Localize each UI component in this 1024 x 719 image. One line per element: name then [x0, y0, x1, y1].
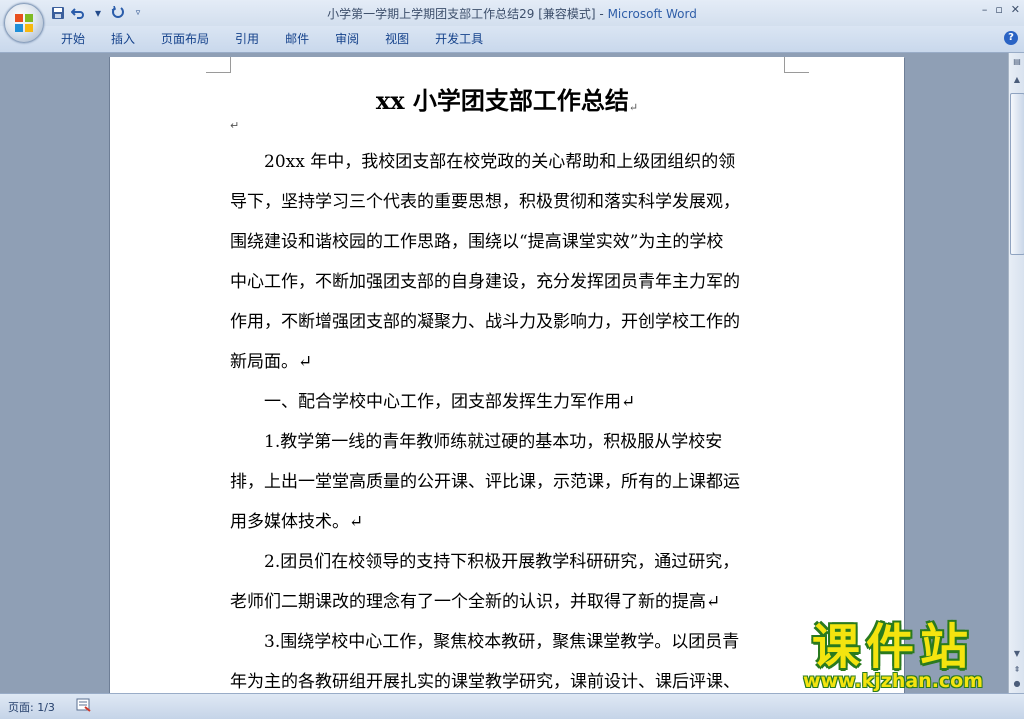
minimize-button[interactable]: – — [982, 3, 988, 16]
tab-review[interactable]: 审阅 — [322, 31, 372, 47]
watermark-brand: 课件站 — [811, 619, 974, 675]
paragraph-intro: 20xx 年中，我校团支部在校党政的关心帮助和上级团组织的领 导下，坚持学习三个… — [230, 152, 740, 372]
ruler-toggle-icon[interactable]: ▤ — [1010, 55, 1024, 69]
previous-page-icon[interactable]: ⇞ — [1010, 663, 1024, 677]
document-page[interactable]: xx 小学团支部工作总结↵ ↵ 20xx 年中，我校团支部在校党政的关心帮助和上… — [110, 57, 904, 693]
tab-page-layout[interactable]: 页面布局 — [148, 31, 222, 47]
document-title: xx 小学团支部工作总结↵ — [375, 86, 639, 115]
quick-access-toolbar: ▾ ▿ — [50, 4, 146, 22]
document-name: 小学第一学期上学期团支部工作总结29 [兼容模式] — [327, 7, 596, 21]
page-number-indicator[interactable]: 页面: 1/3 — [8, 699, 55, 715]
ribbon-tabs-bar: 开始 插入 页面布局 引用 邮件 审阅 视图 开发工具 ? — [0, 26, 1024, 53]
tab-view[interactable]: 视图 — [372, 31, 422, 47]
tab-insert[interactable]: 插入 — [98, 31, 148, 47]
empty-paragraph-mark: ↵ — [230, 119, 240, 132]
browse-object-icon[interactable]: ● — [1010, 677, 1024, 691]
paragraph-item-1: 1.教学第一线的青年教师练就过硬的基本功，积极服从学校安 排，上出一堂堂高质量的… — [230, 432, 740, 532]
save-icon[interactable] — [50, 5, 66, 21]
paragraph-item-2: 2.团员们在校领导的支持下积极开展教学科研研究，通过研究， 老师们二期课改的理念… — [230, 552, 740, 612]
restore-button[interactable]: ▫ — [995, 3, 1002, 16]
document-body: 20xx 年中，我校团支部在校党政的关心帮助和上级团组织的领 导下，坚持学习三个… — [230, 142, 790, 693]
customize-toolbar-icon[interactable]: ▿ — [130, 5, 146, 21]
window-controls: – ▫ ✕ — [982, 3, 1020, 16]
vertical-scrollbar[interactable]: ▤ ▲ ▼ ⇞ ● — [1008, 53, 1024, 693]
office-button[interactable] — [4, 3, 44, 43]
tab-home[interactable]: 开始 — [48, 31, 98, 47]
scroll-up-icon[interactable]: ▲ — [1010, 73, 1024, 87]
title-bar: 小学第一学期上学期团支部工作总结29 [兼容模式] - Microsoft Wo… — [0, 0, 1024, 26]
ribbon-tabs: 开始 插入 页面布局 引用 邮件 审阅 视图 开发工具 — [48, 31, 496, 47]
app-name: Microsoft Word — [607, 7, 697, 21]
tab-mailings[interactable]: 邮件 — [272, 31, 322, 47]
paragraph-mark: ↵ — [628, 101, 639, 114]
margin-corner-top-right — [784, 57, 809, 73]
paragraph-item-3: 3.围绕学校中心工作，聚焦校本教研，聚焦课堂教学。以团员青 年为主的各教研组开展… — [230, 632, 740, 692]
tab-references[interactable]: 引用 — [222, 31, 272, 47]
proofing-icon[interactable] — [76, 698, 92, 712]
office-logo-icon — [15, 14, 33, 32]
help-icon[interactable]: ? — [1004, 31, 1018, 45]
scroll-thumb[interactable] — [1010, 93, 1024, 255]
window-title: 小学第一学期上学期团支部工作总结29 [兼容模式] - Microsoft Wo… — [327, 7, 697, 21]
watermark-url: www.kjzhan.com — [802, 670, 984, 692]
redo-icon[interactable] — [110, 5, 126, 21]
close-button[interactable]: ✕ — [1011, 3, 1020, 16]
undo-icon[interactable] — [70, 5, 86, 21]
tab-developer[interactable]: 开发工具 — [422, 31, 496, 47]
margin-corner-top-left — [206, 57, 231, 73]
document-area: xx 小学团支部工作总结↵ ↵ 20xx 年中，我校团支部在校党政的关心帮助和上… — [0, 53, 1008, 693]
paragraph-section-heading: 一、配合学校中心工作，团支部发挥生力军作用↵ — [264, 392, 636, 412]
scroll-down-icon[interactable]: ▼ — [1010, 647, 1024, 661]
status-bar: 页面: 1/3 — [0, 693, 1024, 719]
undo-dropdown-icon[interactable]: ▾ — [90, 5, 106, 21]
watermark-logo: 课件站 www.kjzhan.com — [776, 620, 1010, 696]
